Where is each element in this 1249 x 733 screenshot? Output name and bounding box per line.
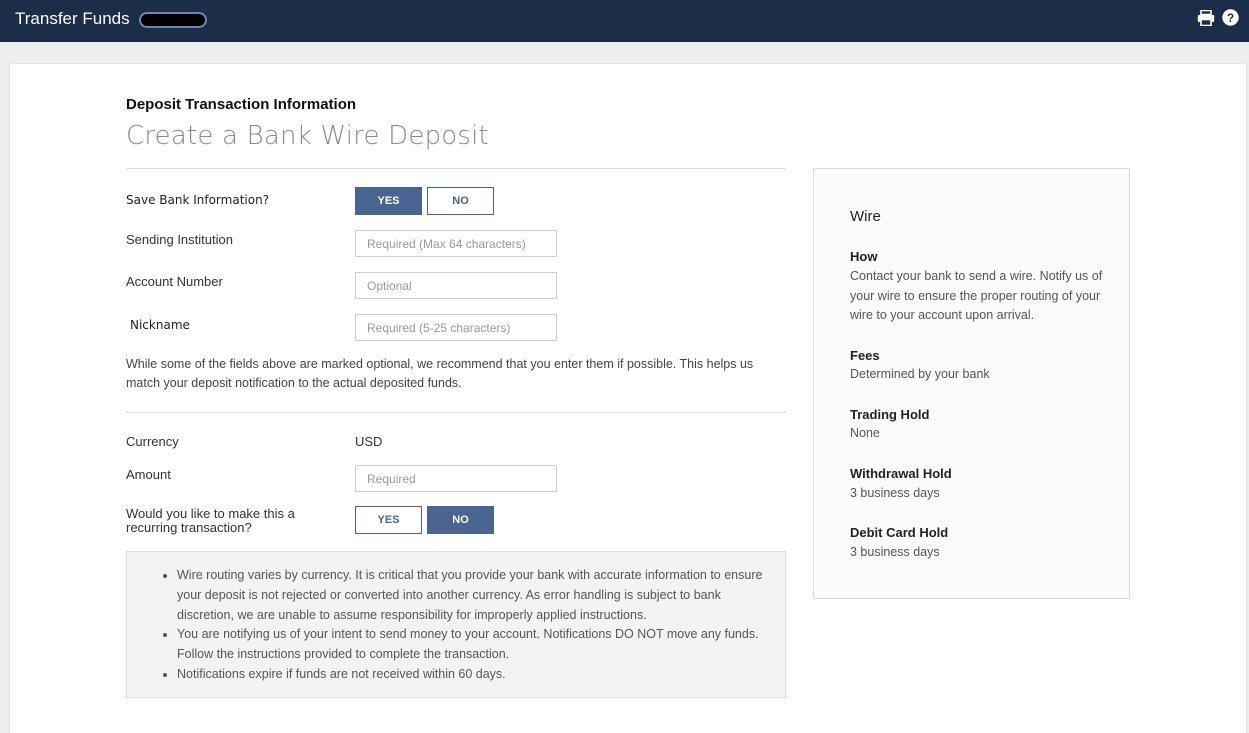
nickname-label: Nickname (130, 318, 190, 332)
withdrawal-hold-heading: Withdrawal Hold (850, 466, 952, 481)
divider (126, 412, 786, 413)
amount-input[interactable] (355, 465, 557, 492)
info-bullet: Wire routing varies by currency. It is c… (177, 566, 777, 625)
recurring-label: Would you like to make this a recurring … (126, 507, 295, 535)
amount-label: Amount (126, 467, 171, 482)
trading-hold-heading: Trading Hold (850, 407, 930, 422)
wire-info-panel: Wire How Contact your bank to send a wir… (813, 168, 1130, 599)
recurring-label-line2: recurring transaction? (126, 520, 252, 535)
sending-institution-label: Sending Institution (126, 232, 233, 247)
recurring-no-button[interactable]: NO (427, 506, 494, 534)
info-bullet-list: Wire routing varies by currency. It is c… (177, 566, 777, 685)
nickname-input[interactable] (355, 314, 557, 341)
how-heading: How (850, 249, 878, 264)
recurring-yes-button[interactable]: YES (355, 506, 422, 534)
currency-value: USD (355, 434, 383, 449)
account-number-label: Account Number (126, 274, 223, 289)
optional-fields-note: While some of the fields above are marke… (126, 357, 754, 390)
fees-heading: Fees (850, 348, 880, 363)
how-text: Contact your bank to send a wire. Notify… (850, 269, 1103, 322)
currency-label: Currency (126, 434, 179, 449)
page-header-title: Transfer Funds (15, 9, 130, 28)
svg-text:?: ? (1227, 11, 1234, 25)
fees-text: Determined by your bank (850, 367, 990, 381)
account-number-input[interactable] (355, 272, 557, 299)
save-bank-label: Save Bank Information? (126, 193, 270, 207)
info-box: Wire routing varies by currency. It is c… (126, 551, 786, 698)
withdrawal-hold-text: 3 business days (850, 486, 940, 500)
save-bank-no-button[interactable]: NO (427, 187, 494, 215)
top-bar: Transfer Funds ? (0, 0, 1249, 42)
trading-hold-text: None (850, 426, 880, 440)
debit-card-hold-text: 3 business days (850, 545, 940, 559)
page-title: Create a Bank Wire Deposit (126, 121, 489, 151)
info-bullet: You are notifying us of your intent to s… (177, 625, 777, 665)
info-bullet: Notifications expire if funds are not re… (177, 665, 777, 685)
print-icon[interactable] (1197, 10, 1215, 26)
recurring-label-line1: Would you like to make this a (126, 506, 295, 521)
wire-panel-title: Wire (850, 208, 881, 225)
divider (126, 168, 786, 169)
debit-card-hold-heading: Debit Card Hold (850, 525, 949, 540)
sending-institution-input[interactable] (355, 230, 557, 257)
help-icon[interactable]: ? (1222, 9, 1239, 26)
save-bank-yes-button[interactable]: YES (355, 187, 422, 215)
section-label: Deposit Transaction Information (126, 96, 357, 113)
redacted-account-badge (139, 12, 207, 28)
